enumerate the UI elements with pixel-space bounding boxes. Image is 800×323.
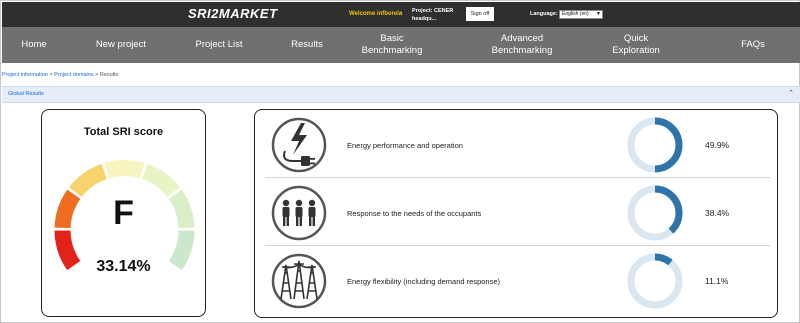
language-label: Language:: [530, 11, 558, 17]
domain-row-energy-flexibility: Energy flexibility (including demand res…: [265, 248, 770, 314]
nav-item-advanced-benchmarking[interactable]: Advanced Benchmarking: [472, 33, 572, 57]
sign-off-button[interactable]: Sign off: [466, 7, 494, 21]
domains-card: Energy performance and operation 49.9% R…: [254, 109, 778, 318]
score-grade: F: [113, 194, 134, 232]
breadcrumb: Project information > Project domains > …: [2, 72, 118, 78]
section-title: Global Results: [8, 91, 44, 97]
energy-plug-icon: [271, 117, 327, 173]
nav-label-line: Benchmarking: [361, 45, 423, 56]
nav-label-line: Quick: [623, 33, 649, 44]
page-frame: SRI2MARKET Welcome infborela - Project: …: [0, 0, 800, 323]
domain-label: Energy performance and operation: [347, 141, 463, 150]
breadcrumb-project-information[interactable]: Project information: [2, 72, 48, 78]
nav-item-quick-exploration[interactable]: Quick Exploration: [586, 33, 686, 57]
gauge-segment: [142, 163, 180, 197]
current-project: Project: CENER headqu...: [412, 8, 454, 22]
nav-item-results[interactable]: Results: [282, 39, 332, 51]
domain-progress-ring: [627, 117, 683, 173]
breadcrumb-separator: >: [95, 72, 99, 78]
app-logo[interactable]: SRI2MARKET: [188, 6, 278, 21]
nav-item-basic-benchmarking[interactable]: Basic Benchmarking: [342, 33, 442, 57]
score-value: 33.14%: [96, 258, 151, 275]
nav-label-line: Benchmarking: [491, 45, 553, 56]
breadcrumb-separator: >: [49, 72, 53, 78]
domain-percent: 11.1%: [705, 276, 729, 286]
nav-label-line: Exploration: [612, 45, 660, 56]
power-tower-icon: [271, 253, 327, 309]
breadcrumb-results: Results: [99, 72, 119, 78]
language-select[interactable]: English (en) ▼: [559, 10, 603, 19]
nav-item-home[interactable]: Home: [2, 39, 66, 51]
nav-item-faqs[interactable]: FAQs: [728, 39, 778, 51]
header-separator: -: [400, 10, 402, 16]
chevron-up-icon[interactable]: ⌃: [788, 89, 794, 97]
domain-row-occupants: Response to the needs of the occupants 3…: [265, 180, 770, 246]
global-results-header[interactable]: Global Results ⌃: [2, 86, 800, 103]
main-nav: Home New project Project List Results Ba…: [2, 27, 800, 63]
domain-percent: 49.9%: [705, 140, 730, 150]
domain-progress-ring: [627, 253, 683, 309]
nav-item-project-list[interactable]: Project List: [182, 39, 256, 51]
gauge-segment: [69, 163, 107, 197]
domain-row-energy-performance: Energy performance and operation 49.9%: [265, 112, 770, 178]
language-value: English (en): [562, 11, 589, 17]
domain-label: Energy flexibility (including demand res…: [347, 277, 500, 286]
total-score-card: Total SRI score F 33.14%: [41, 109, 206, 317]
domain-label: Response to the needs of the occupants: [347, 209, 482, 218]
occupants-icon: [271, 185, 327, 241]
domain-percent: 38.4%: [705, 208, 730, 218]
score-title: Total SRI score: [83, 126, 164, 138]
nav-item-new-project[interactable]: New project: [82, 39, 160, 51]
chevron-down-icon: ▼: [596, 11, 601, 17]
domain-progress-ring: [627, 185, 683, 241]
nav-label-line: Advanced: [500, 33, 544, 44]
gauge-segment: [104, 160, 145, 179]
top-bar: SRI2MARKET Welcome infborela - Project: …: [2, 2, 800, 27]
breadcrumb-project-domains[interactable]: Project domains: [54, 72, 93, 78]
welcome-text: Welcome infborela: [349, 11, 403, 17]
nav-label-line: Basic: [380, 33, 404, 44]
